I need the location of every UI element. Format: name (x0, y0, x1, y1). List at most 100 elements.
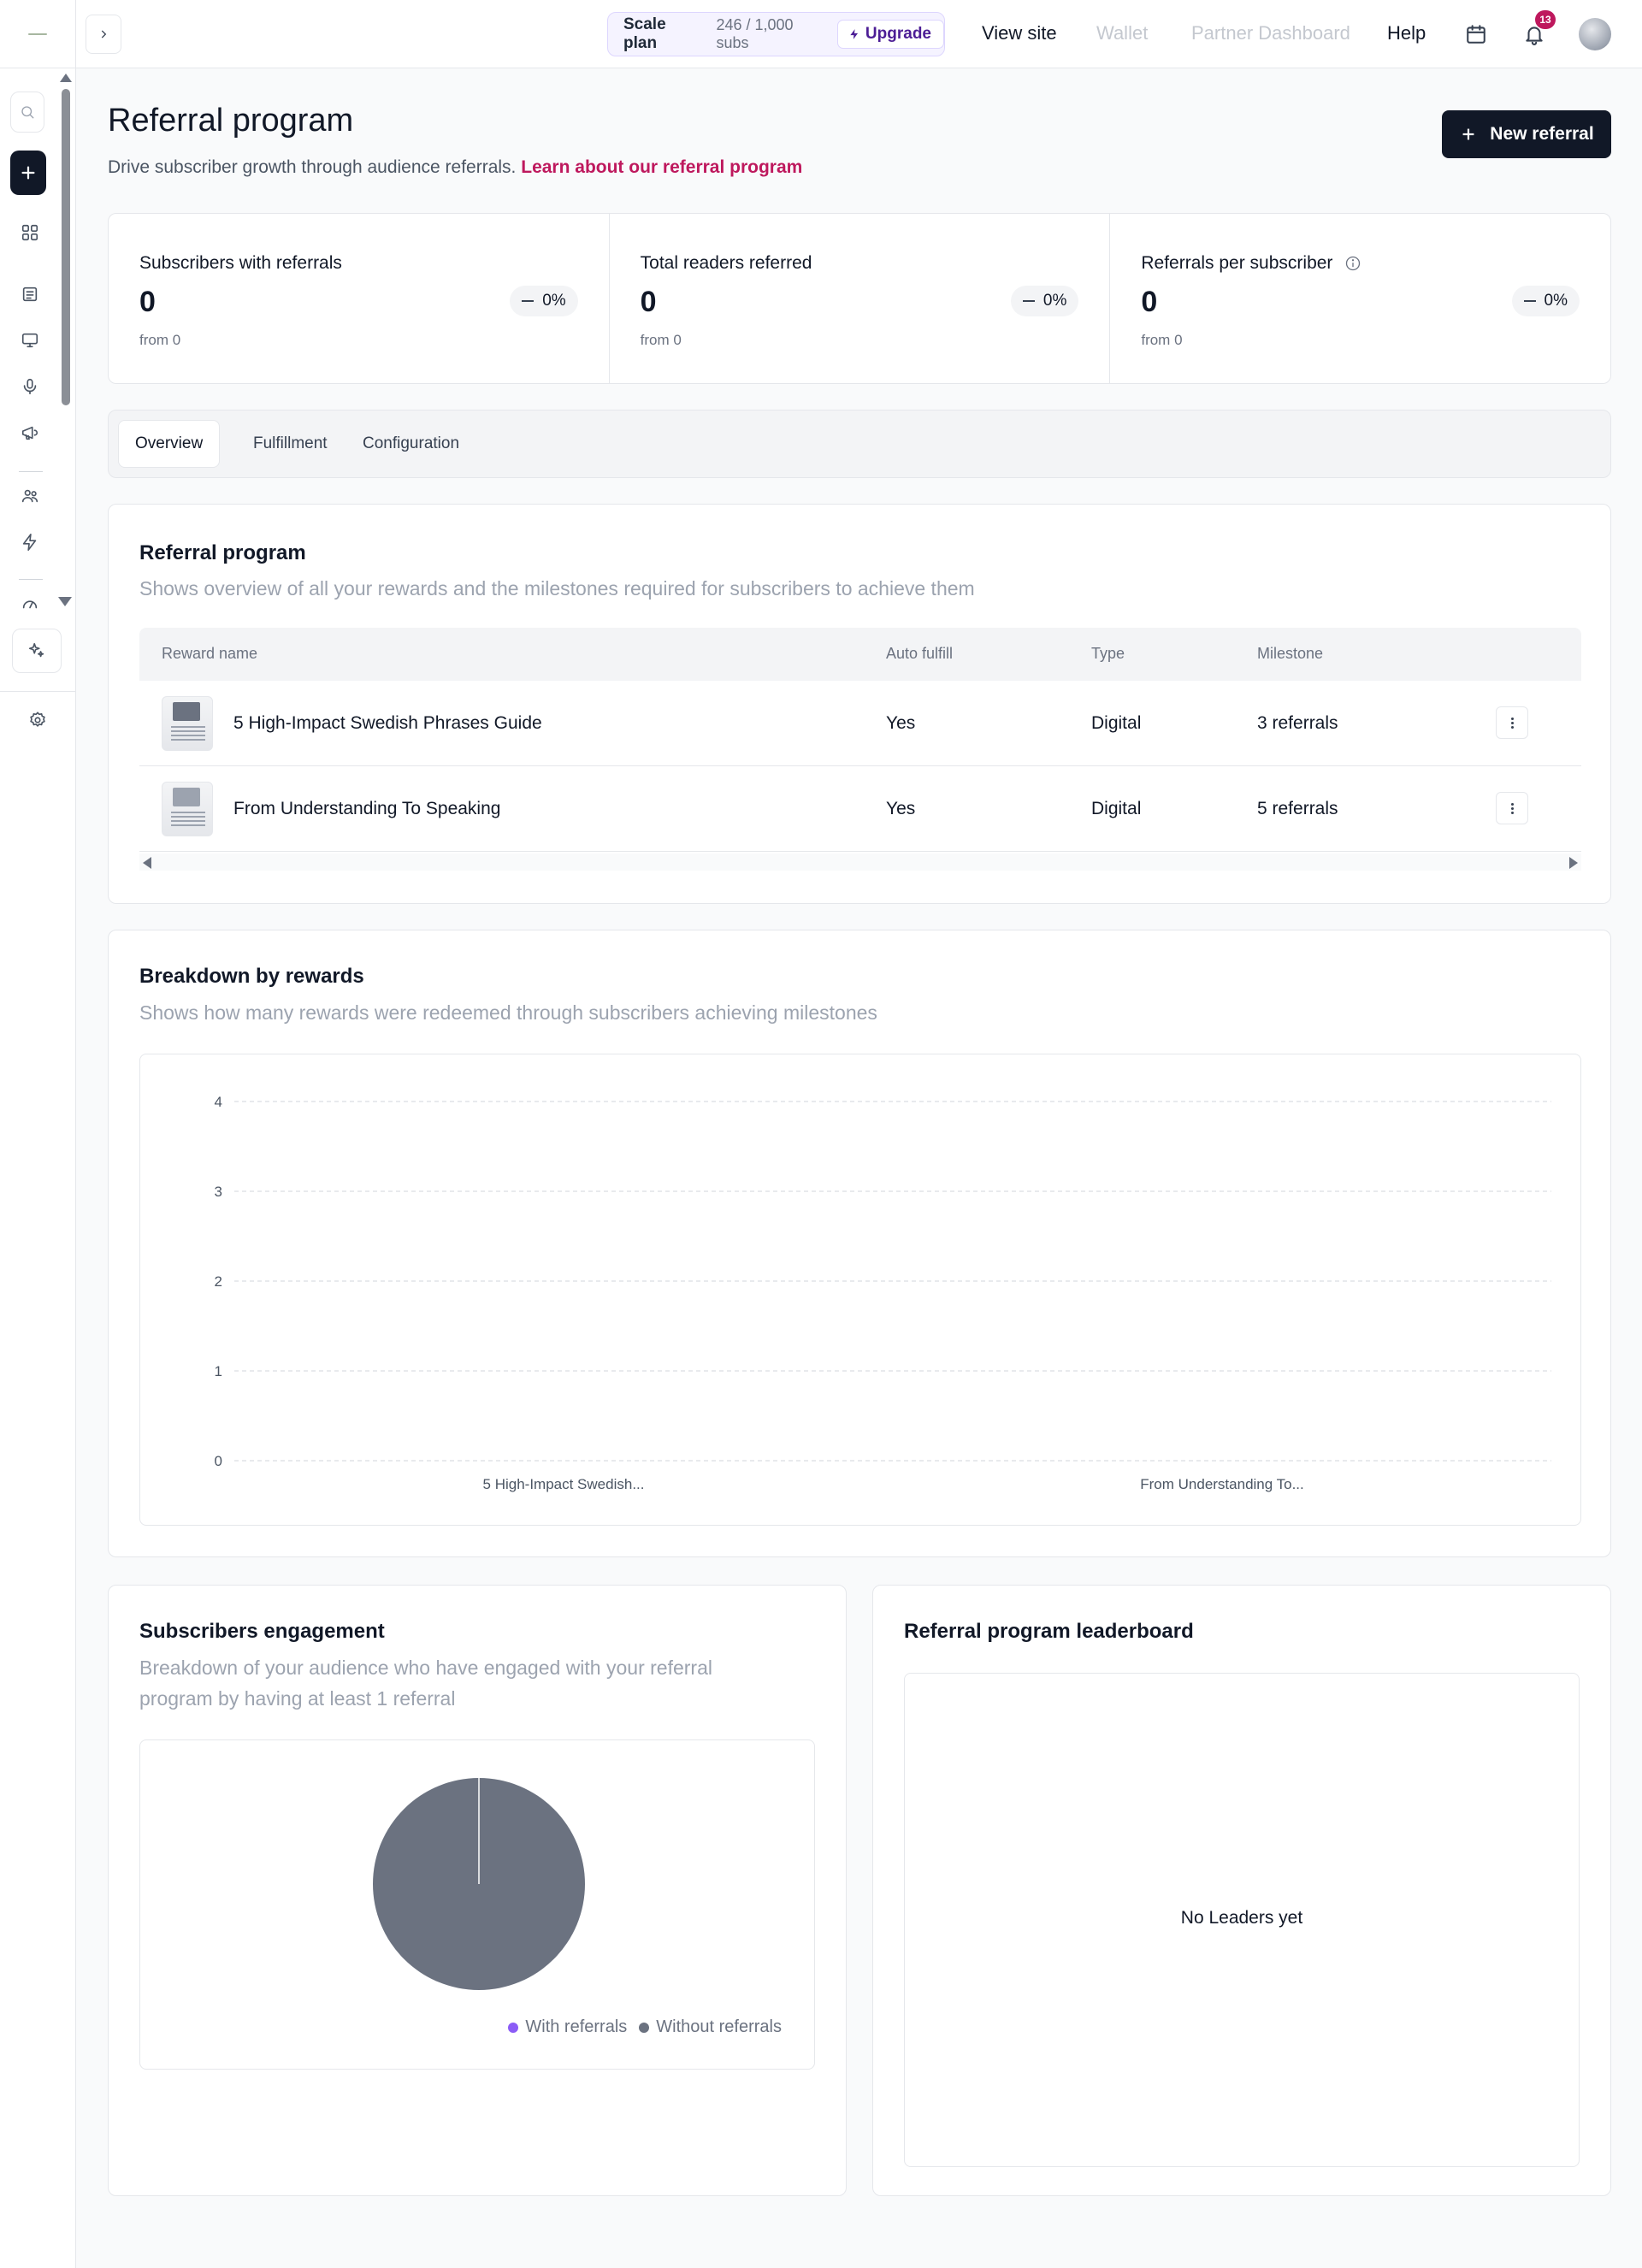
nav-partner-dashboard[interactable]: Partner Dashboard (1191, 22, 1350, 44)
referral-program-card: Referral program Shows overview of all y… (108, 504, 1611, 904)
table-horizontal-scrollbar[interactable] (139, 853, 1581, 871)
calendar-icon[interactable] (1459, 17, 1493, 51)
scroll-left-arrow[interactable] (143, 857, 151, 869)
page-title: Referral program (108, 103, 354, 139)
table-row[interactable]: 5 High-Impact Swedish Phrases Guide Yes … (139, 681, 1581, 766)
stat-label: Total readers referred (640, 253, 812, 273)
bar-chart-svg: 0 1 2 3 4 5 High-Impact Swedish... From Unders… (215, 1094, 1551, 1492)
stat-from: from 0 (139, 332, 181, 348)
scroll-up-arrow[interactable] (60, 74, 72, 82)
engagement-card: Subscribers engagement Breakdown of your… (108, 1585, 847, 2196)
stat-card: Referrals per subscriber 0 from 0 0% (1110, 214, 1610, 383)
plan-pill: Scale plan 246 / 1,000 subs Upgrade (607, 12, 945, 56)
expand-sidebar-button[interactable] (86, 15, 121, 54)
more-vertical-icon (1510, 721, 1514, 724)
stat-value: 0 (1141, 286, 1158, 318)
sidebar (0, 0, 76, 2268)
stat-delta-value: 0% (542, 292, 566, 310)
dash-icon (1523, 300, 1536, 302)
reward-type: Digital (1091, 713, 1142, 733)
reward-type: Digital (1091, 799, 1142, 818)
milestone: 5 referrals (1257, 799, 1338, 818)
users-icon[interactable] (15, 481, 45, 511)
scroll-thumb[interactable] (62, 89, 70, 405)
logo[interactable] (9, 10, 67, 58)
table-header: Reward name Auto fulfill Type Milestone (139, 628, 1581, 681)
table-row[interactable]: From Understanding To Speaking Yes Digit… (139, 766, 1581, 852)
pie-chart: With referrals Without referrals (139, 1739, 815, 2070)
plus-icon (1462, 128, 1474, 140)
stat-delta-value: 0% (1544, 292, 1568, 310)
scroll-right-arrow[interactable] (1569, 857, 1578, 869)
nav-help[interactable]: Help (1387, 22, 1426, 44)
sparkles-icon[interactable] (12, 629, 62, 673)
bar-chart: 0 1 2 3 4 5 High-Impact Swedish... From Unders… (139, 1054, 1581, 1526)
card-subtitle-line: Breakdown of your audience who have enga… (139, 1657, 712, 1679)
gear-icon[interactable] (22, 705, 53, 735)
legend-dot (508, 2022, 519, 2033)
sidebar-divider (0, 691, 76, 692)
stat-delta: 0% (510, 286, 578, 316)
grid-icon[interactable] (15, 217, 45, 248)
avatar[interactable] (1579, 18, 1611, 50)
leaderboard-card: Referral program leaderboard No Leaders … (872, 1585, 1611, 2196)
stat-label: Referrals per subscriber (1141, 253, 1361, 274)
tab-fulfillment[interactable]: Fulfillment (237, 420, 344, 468)
y-tick-label: 1 (215, 1363, 222, 1379)
legend-item: Without referrals (639, 2017, 782, 2037)
microphone-icon[interactable] (15, 371, 45, 402)
card-subtitle: Breakdown of your audience who have enga… (139, 1652, 712, 1714)
y-tick-label: 4 (215, 1094, 222, 1110)
legend-item: With referrals (508, 2017, 627, 2037)
row-menu-button[interactable] (1496, 706, 1528, 739)
upgrade-label: Upgrade (865, 25, 931, 43)
stat-delta-value: 0% (1042, 292, 1067, 310)
stat-card: Total readers referred 0 from 0 0% (610, 214, 1111, 383)
search-icon[interactable] (10, 92, 44, 133)
upgrade-button[interactable]: Upgrade (836, 20, 944, 49)
stat-label: Subscribers with referrals (139, 253, 342, 273)
leaderboard-list: No Leaders yet (904, 1673, 1580, 2167)
sidebar-separator (19, 579, 43, 580)
y-tick-label: 3 (215, 1184, 222, 1200)
nav-wallet[interactable]: Wallet (1096, 22, 1148, 44)
column-header: Milestone (1257, 645, 1324, 662)
lightning-icon[interactable] (15, 527, 45, 558)
info-icon[interactable] (1344, 255, 1361, 272)
stat-from: from 0 (640, 332, 682, 348)
notification-badge: 13 (1535, 10, 1556, 29)
row-menu-button[interactable] (1496, 792, 1528, 824)
stat-value: 0 (640, 286, 657, 318)
stat-delta: 0% (1511, 286, 1580, 316)
stat-label-text: Referrals per subscriber (1141, 253, 1333, 273)
x-tick-label: From Understanding To... (1140, 1476, 1304, 1492)
card-title: Referral program leaderboard (904, 1620, 1194, 1643)
milestone: 3 referrals (1257, 713, 1338, 733)
megaphone-icon[interactable] (15, 417, 45, 448)
card-subtitle-line: program by having at least 1 referral (139, 1687, 456, 1710)
monitor-icon[interactable] (15, 325, 45, 356)
plus-icon[interactable] (10, 151, 46, 195)
dash-icon (522, 300, 535, 302)
reward-thumbnail (162, 696, 213, 751)
nav-view-site[interactable]: View site (982, 22, 1057, 44)
card-subtitle: Shows how many rewards were redeemed thr… (139, 1001, 877, 1024)
learn-referral-link[interactable]: Learn about our referral program (521, 157, 802, 177)
gauge-icon[interactable] (15, 588, 45, 618)
auto-fulfill: Yes (886, 799, 916, 818)
tab-overview[interactable]: Overview (118, 420, 221, 468)
card-title: Breakdown by rewards (139, 965, 364, 988)
stat-delta: 0% (1010, 286, 1079, 316)
column-header: Auto fulfill (886, 645, 954, 662)
scroll-down-arrow[interactable] (58, 597, 72, 606)
legend-dot (639, 2022, 650, 2033)
tab-configuration[interactable]: Configuration (346, 420, 475, 468)
stat-from: from 0 (1141, 332, 1183, 348)
lightning-icon (850, 29, 859, 39)
document-icon[interactable] (15, 279, 45, 310)
chevron-right-icon (101, 30, 107, 38)
y-tick-label: 0 (215, 1453, 222, 1469)
new-referral-button[interactable]: New referral (1442, 110, 1611, 158)
column-header: Type (1091, 645, 1125, 662)
reward-name: 5 High-Impact Swedish Phrases Guide (233, 713, 542, 733)
